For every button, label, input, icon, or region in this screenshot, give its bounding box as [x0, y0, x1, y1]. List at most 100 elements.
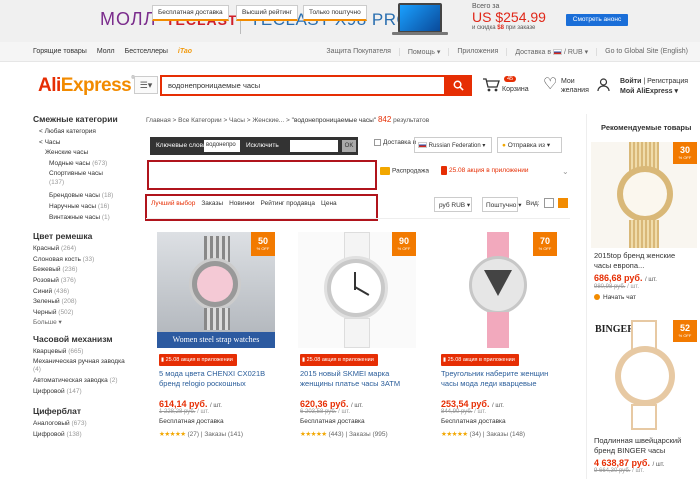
- search-button[interactable]: [444, 75, 472, 96]
- product-card[interactable]: Women steel strap watches 50% OFF ▮ 25.0…: [155, 232, 279, 442]
- sort-best-match[interactable]: Лучший выбор: [151, 200, 195, 207]
- nav-ship-to[interactable]: Доставка в / RUB ▾: [506, 48, 596, 56]
- my-aliexpress-link[interactable]: Мой AliExpress ▾: [620, 88, 678, 95]
- strap-black[interactable]: Черный (502): [33, 308, 133, 319]
- category-sport-watches[interactable]: Спортивные часы (137): [33, 169, 133, 187]
- recommended-title[interactable]: Подлинная швейцарский бренд BINGER часы: [594, 436, 694, 455]
- russia-flag-icon: [553, 49, 563, 56]
- strap-ivory[interactable]: Слоновая кость (33): [33, 255, 133, 266]
- product-title[interactable]: 2015 новый SKMEI марка женщины платье ча…: [300, 369, 416, 388]
- grid-view-icon[interactable]: [558, 198, 568, 208]
- sign-in-link[interactable]: Войти: [620, 78, 641, 85]
- register-link[interactable]: Регистрация: [647, 78, 688, 85]
- filter-sidebar: Смежные категории < Любая категория < Ча…: [33, 114, 133, 440]
- heart-icon: ♡: [543, 76, 558, 93]
- strap-red[interactable]: Красный (264): [33, 244, 133, 255]
- expand-filters-icon[interactable]: ⌄: [562, 167, 569, 176]
- recommended-product-image[interactable]: 30% OFF: [591, 142, 697, 248]
- movement-digital[interactable]: Цифровой (147): [33, 387, 133, 398]
- movement-manual[interactable]: Механическая ручная заводка (4): [33, 358, 125, 375]
- product-price: 620,36 руб. / шт.: [300, 399, 363, 409]
- nav-mall[interactable]: Молл: [97, 48, 115, 55]
- orders-link[interactable]: Заказы (141): [204, 431, 243, 438]
- cart-label: Корзина: [502, 86, 529, 93]
- category-womens-watches[interactable]: Женские часы: [33, 148, 133, 159]
- result-count: 842: [377, 115, 392, 124]
- category-fashion-watches[interactable]: Модные часы (673): [33, 159, 133, 170]
- view-label: Вид:: [526, 200, 540, 207]
- currency-select[interactable]: руб RUB ▾: [434, 197, 472, 212]
- sort-newest[interactable]: Новинки: [229, 200, 254, 207]
- product-card[interactable]: 90% OFF ▮ 25.08 акция в приложении 2015 …: [296, 232, 420, 442]
- product-image[interactable]: 90% OFF: [298, 232, 416, 348]
- top-nav: Горящие товары Молл Бестселлеры iTao Защ…: [0, 42, 700, 62]
- movement-quartz[interactable]: Кварцевый (665): [33, 347, 133, 358]
- product-image[interactable]: 70% OFF: [439, 232, 557, 348]
- nav-apps[interactable]: Приложения: [448, 48, 506, 56]
- mall-logo: МОЛЛ: [100, 9, 157, 29]
- nav-global-site[interactable]: Go to Global Site (English): [596, 48, 696, 56]
- keywords-input[interactable]: водонепро: [204, 140, 240, 152]
- sort-price[interactable]: Цена: [321, 200, 337, 207]
- sort-orders[interactable]: Заказы: [201, 200, 223, 207]
- single-item-filter[interactable]: Только поштучно: [303, 5, 367, 21]
- nav-buyer-protection[interactable]: Защита Покупателя: [318, 48, 399, 56]
- phone-icon: [441, 166, 447, 175]
- category-watches[interactable]: < Часы: [33, 138, 133, 149]
- strap-pink[interactable]: Розовый (376): [33, 276, 133, 287]
- nav-hot-products[interactable]: Горящие товары: [33, 48, 87, 55]
- recommended-product-image[interactable]: BINGER 52% OFF: [591, 320, 697, 430]
- movement-automatic[interactable]: Автоматическая заводка (2): [33, 377, 125, 386]
- product-title[interactable]: Треугольник наберите женщин часы мода ле…: [441, 369, 557, 388]
- dial-digital[interactable]: Цифровой (138): [33, 430, 133, 441]
- rating-stars: ★★★★★: [159, 431, 186, 438]
- sale-filter[interactable]: Распродажа: [380, 167, 429, 175]
- sort-bar-highlight: [145, 194, 378, 221]
- dial-analog[interactable]: Аналоговый (673): [33, 419, 133, 430]
- search-input[interactable]: водонепроницаемые часы: [160, 75, 444, 96]
- search-query: "водонепроницаемые часы": [291, 117, 377, 124]
- strap-beige[interactable]: Бежевый (236): [33, 265, 133, 276]
- free-shipping-label: Бесплатная доставка: [159, 418, 224, 425]
- related-categories-heading: Смежные категории: [33, 114, 118, 124]
- free-shipping-filter[interactable]: Бесплатная доставка: [152, 5, 229, 21]
- strap-blue[interactable]: Синий (436): [33, 287, 133, 298]
- categories-menu-button[interactable]: ☰▾: [134, 76, 158, 94]
- list-view-icon[interactable]: [544, 198, 554, 208]
- nav-bestsellers[interactable]: Бестселлеры: [125, 48, 168, 55]
- unit-select[interactable]: Поштучно ▾: [482, 197, 521, 212]
- breadcrumb-path[interactable]: Главная > Все Категории > Часы > Женские…: [146, 117, 290, 124]
- app-deal-filter[interactable]: 25.08 акция в приложении: [441, 166, 528, 175]
- cart-icon: [483, 78, 500, 92]
- location-pin-icon: ●: [502, 142, 506, 149]
- strap-color-heading: Цвет ремешка: [33, 231, 93, 242]
- category-brand-watches[interactable]: Брендовые часы (18): [33, 191, 133, 202]
- category-wrist-watches[interactable]: Наручные часы (16): [33, 202, 133, 213]
- sort-seller-rating[interactable]: Рейтинг продавца: [261, 200, 315, 207]
- start-chat-button[interactable]: Начать чат: [594, 294, 636, 301]
- ship-from-select[interactable]: ● Отправка из ▾: [497, 137, 562, 153]
- strap-green[interactable]: Зеленый (208): [33, 297, 133, 308]
- orders-link[interactable]: Заказы (995): [349, 431, 388, 438]
- aliexpress-logo[interactable]: AliExpress®: [38, 75, 135, 97]
- product-image[interactable]: Women steel strap watches 50% OFF: [157, 232, 275, 348]
- keyword-filter-bar: Ключевые слова водонепро Исключить OK: [150, 137, 358, 155]
- exclude-input[interactable]: [290, 140, 338, 152]
- ship-to-select[interactable]: Russian Federation ▾: [414, 137, 492, 153]
- product-title[interactable]: 5 мода цвета CHENXI CX021B бренд relogio…: [159, 369, 275, 388]
- keyword-ok-button[interactable]: OK: [342, 140, 356, 152]
- top-rated-filter[interactable]: Высший рейтинг: [236, 5, 298, 21]
- strap-more-link[interactable]: Больше ▾: [33, 318, 133, 328]
- user-icon: [597, 78, 610, 92]
- nav-help[interactable]: Помощь ▾: [398, 48, 449, 56]
- category-any[interactable]: < Любая категория: [33, 127, 133, 138]
- watch-announcement-button[interactable]: Смотреть анонс: [566, 14, 628, 26]
- nav-itao[interactable]: iTao: [178, 48, 192, 55]
- old-price: 6 203,58 руб. / шт.: [300, 409, 351, 415]
- free-shipping-label: Бесплатная доставка: [441, 418, 506, 425]
- recommended-title[interactable]: 2015top бренд женские часы европа...: [594, 251, 694, 270]
- orders-link[interactable]: Заказы (148): [486, 431, 525, 438]
- category-vintage-watches[interactable]: Винтажные часы (1): [33, 213, 133, 224]
- ship-to-checkbox[interactable]: [374, 139, 381, 146]
- product-card[interactable]: 70% OFF ▮ 25.08 акция в приложении Треуг…: [437, 232, 561, 442]
